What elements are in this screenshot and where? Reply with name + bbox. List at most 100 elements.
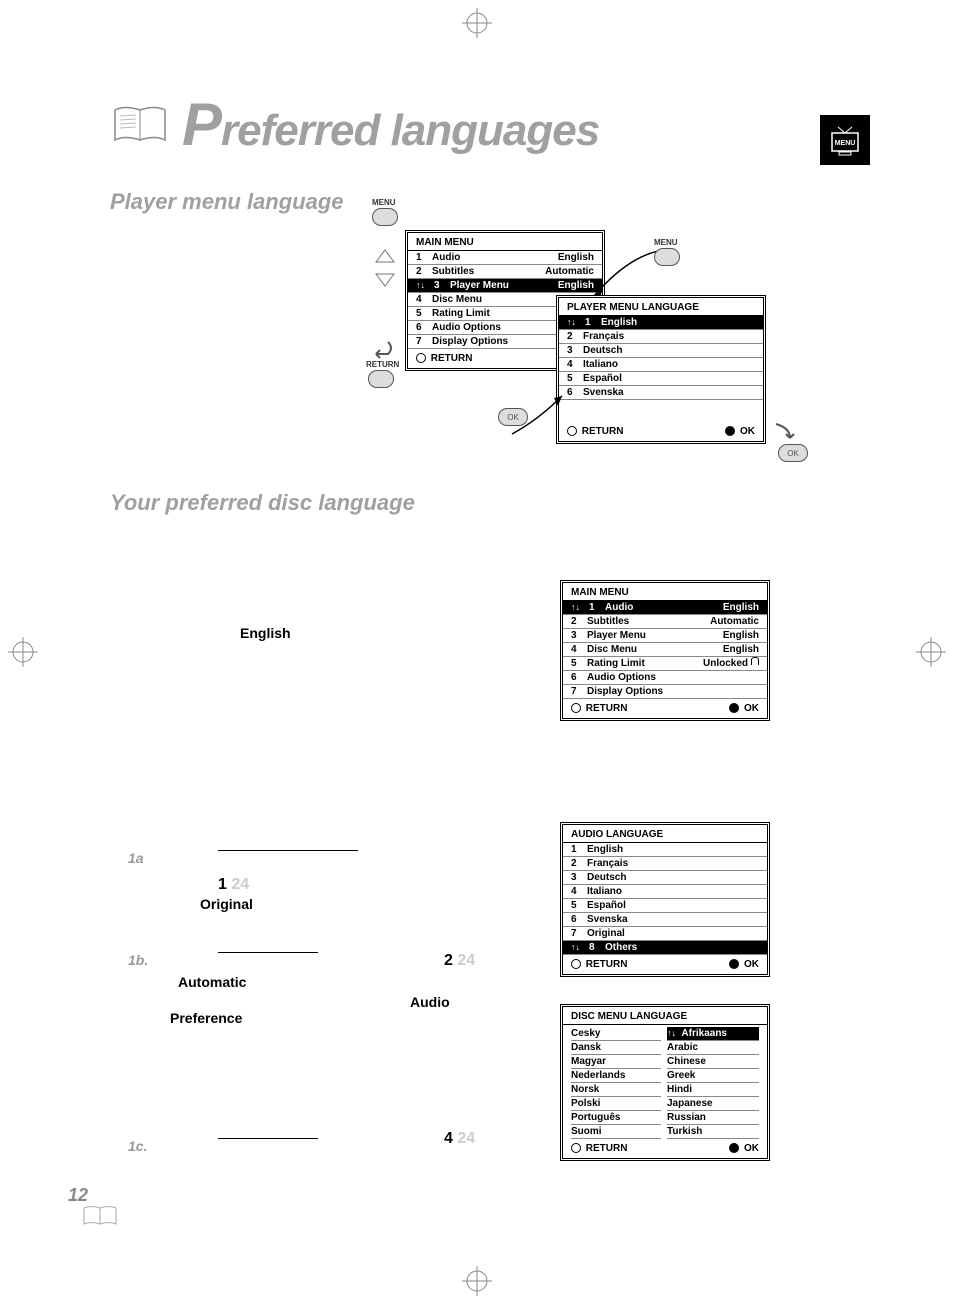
ok-dot-icon [725,426,735,436]
osd-player-menu-language: PLAYER MENU LANGUAGE ↑↓ 1 English ↑↓ 2 F… [556,295,766,444]
lang-item: Polski [571,1097,661,1111]
osd-row: ↑↓ 2 Français [559,330,763,344]
return-icon [416,353,426,363]
osd-row: ↑↓ 1 Audio English [408,251,602,265]
ok-button-icon-2: OK [778,444,808,462]
osd-row: ↑↓ 3 Player Menu English [408,279,602,293]
lang-item: Norsk [571,1083,661,1097]
book-icon-small [82,1202,118,1230]
lang-item: Greek [667,1069,759,1083]
return-icon [567,426,577,436]
lang-item: ↑↓ Afrikaans [667,1027,759,1041]
crop-mark-left [8,637,38,667]
osd-row: ↑↓ 1 English [563,843,767,857]
ok-text: OK [744,703,759,714]
num-1: 1 [218,876,227,893]
step-1a: 1a [128,850,144,866]
lang-item: Russian [667,1111,759,1125]
updown-arrows-icon [372,248,398,293]
osd-row: ↑↓ 4 Italiano [563,885,767,899]
return-text: RETURN [586,703,628,714]
lang-item: Português [571,1111,661,1125]
menu-button-icon [372,208,398,226]
underline [218,952,318,953]
ok-text: OK [744,1143,759,1154]
ghost-24: 24 [231,876,249,893]
step-1b: 1b. [128,952,148,968]
page-title: Preferred languages [182,90,599,159]
return-text: RETURN [431,353,473,364]
osd-row: ↑↓ 6 Audio Options [563,671,767,685]
osd-row: ↑↓ 7 Original [563,927,767,941]
lang-item: Chinese [667,1055,759,1069]
underline [218,1138,318,1139]
return-icon [571,959,581,969]
lang-item: Dansk [571,1041,661,1055]
osd-row: ↑↓ 3 Deutsch [563,871,767,885]
osd-disc-menu-language: DISC MENU LANGUAGE Cesky ↑↓ Afrikaans Dans… [560,1004,770,1161]
tv-menu-icon: MENU [820,115,870,165]
osd-row: ↑↓ 5 Español [563,899,767,913]
return-label: RETURN [366,360,399,369]
osd-audio-language: AUDIO LANGUAGE ↑↓ 1 English ↑↓ 2 Françai… [560,822,770,977]
lang-item: Arabic [667,1041,759,1055]
label-automatic: Automatic [178,974,246,990]
num-4: 4 [444,1130,453,1147]
osd-row: ↑↓ 2 Subtitles Automatic [408,265,602,279]
osd-row: ↑↓ 2 Français [563,857,767,871]
osd-row: ↑↓ 7 Display Options [563,685,767,699]
osd-row: ↑↓ 6 Svenska [559,386,763,400]
num-2: 2 [444,952,453,969]
connector-arrow-icon-2 [508,390,568,440]
svg-text:MENU: MENU [835,140,856,147]
osd-row: ↑↓ 8 Others [563,941,767,955]
osd-title: MAIN MENU [563,583,767,601]
osd-row: ↑↓ 3 Deutsch [559,344,763,358]
book-icon [110,100,170,150]
section-player-menu-language: Player menu language [110,189,850,215]
osd-row: ↑↓ 5 Rating Limit Unlocked [563,657,767,671]
return-icon [571,703,581,713]
menu-label-2: MENU [654,238,678,247]
return-button-icon [368,370,394,388]
ok-dot-icon [729,959,739,969]
lang-item: Cesky [571,1027,661,1041]
section-preferred-disc-language: Your preferred disc language [110,490,415,516]
osd-row: ↑↓ 1 Audio English [563,601,767,615]
menu-label: MENU [372,198,396,207]
ok-dot-icon [729,703,739,713]
label-english: English [240,625,291,641]
menu-button-icon-2 [654,248,680,266]
osd-row: ↑↓ 2 Subtitles Automatic [563,615,767,629]
lang-item: Turkish [667,1125,759,1139]
return-text: RETURN [586,959,628,970]
osd-title: DISC MENU LANGUAGE [563,1007,767,1025]
crop-mark-top [462,8,492,38]
ghost-24-b: 24 [457,952,475,969]
ok-dot-icon [729,1143,739,1153]
ghost-24-c: 24 [457,1130,475,1147]
underline [218,850,358,851]
osd-row: ↑↓ 4 Disc Menu English [563,643,767,657]
return-text: RETURN [586,1143,628,1154]
label-audio: Audio [410,994,450,1010]
lang-item: Suomi [571,1125,661,1139]
lang-item: Nederlands [571,1069,661,1083]
lang-item: Magyar [571,1055,661,1069]
label-preference: Preference [170,1010,242,1026]
lock-icon [751,657,759,665]
osd-title: MAIN MENU [408,233,602,251]
ok-text: OK [740,426,755,437]
osd-row: ↑↓ 5 Español [559,372,763,386]
lang-item: Hindi [667,1083,759,1097]
osd-row: ↑↓ 6 Svenska [563,913,767,927]
crop-mark-right [916,637,946,667]
return-text: RETURN [582,426,624,437]
osd-title: AUDIO LANGUAGE [563,825,767,843]
osd-title: PLAYER MENU LANGUAGE [559,298,763,316]
osd-row: ↑↓ 3 Player Menu English [563,629,767,643]
osd-row: ↑↓ 1 English [559,316,763,330]
crop-mark-bottom [462,1266,492,1296]
return-icon [571,1143,581,1153]
osd-row: ↑↓ 4 Italiano [559,358,763,372]
